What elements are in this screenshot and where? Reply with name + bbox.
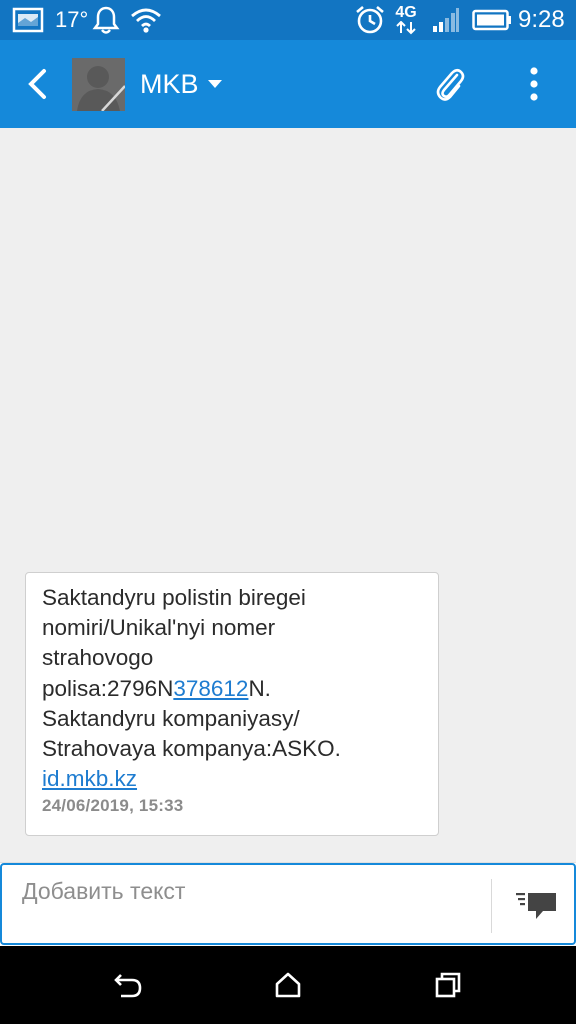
contact-name: MKB — [140, 68, 199, 99]
message-line: strahovogo — [42, 645, 154, 671]
dropdown-caret-icon — [207, 80, 222, 88]
contact-selector[interactable]: MKB — [140, 62, 223, 106]
temperature-text: 17° — [55, 7, 89, 32]
nav-recents-button[interactable] — [418, 960, 478, 1010]
status-bar: 17° 4G 9:28 — [0, 0, 576, 40]
attach-button[interactable] — [428, 60, 472, 108]
paperclip-icon — [436, 68, 465, 101]
message-line: Strahovaya kompanya:ASKO. — [42, 736, 341, 762]
bell-icon — [92, 0, 120, 40]
wifi-icon — [130, 0, 162, 40]
compose-bar — [0, 862, 576, 946]
more-options-button[interactable] — [512, 60, 556, 108]
send-message-icon — [516, 893, 556, 919]
back-button[interactable] — [16, 60, 60, 108]
message-line: id.mkb.kz — [42, 764, 422, 794]
navigation-bar — [0, 946, 576, 1024]
message-bubble[interactable]: Saktandyru polistin biregei nomiri/Unika… — [25, 572, 439, 836]
policy-prefix: polisa:2796N — [42, 675, 174, 701]
image-notification-icon — [12, 0, 44, 40]
message-body: Saktandyru polistin biregei nomiri/Unika… — [42, 583, 422, 794]
person-silhouette-icon — [72, 58, 125, 111]
home-nav-icon — [275, 972, 301, 998]
url-link[interactable]: id.mkb.kz — [42, 766, 137, 791]
signal-icon — [432, 0, 460, 40]
message-line: Saktandyru polistin biregei — [42, 585, 306, 610]
back-nav-icon — [114, 974, 142, 998]
conversation-header: MKB — [0, 40, 576, 128]
phone-number-link[interactable]: 378612 — [173, 676, 248, 701]
more-vert-icon — [530, 67, 538, 101]
back-arrow-icon — [28, 69, 46, 99]
contact-avatar[interactable] — [72, 58, 125, 111]
nav-back-button[interactable] — [98, 960, 158, 1010]
message-list[interactable]: Saktandyru polistin biregei nomiri/Unika… — [0, 128, 576, 862]
compose-input[interactable] — [22, 871, 482, 911]
message-line: Saktandyru kompaniyasy/ — [42, 705, 300, 731]
battery-icon — [472, 0, 512, 40]
message-timestamp: 24/06/2019, 15:33 — [42, 796, 184, 816]
message-line: nomiri/Unikal'nyi nomer — [42, 615, 276, 641]
message-line: polisa:2796N378612N. — [42, 674, 422, 704]
nav-home-button[interactable] — [258, 960, 318, 1010]
clock-text: 9:28 — [518, 6, 565, 33]
network-4g-icon: 4G — [395, 0, 417, 40]
network-type-text: 4G — [395, 4, 417, 21]
send-button[interactable] — [504, 881, 568, 931]
recents-nav-icon — [435, 972, 461, 998]
compose-divider — [491, 879, 492, 933]
alarm-icon — [354, 0, 386, 40]
policy-suffix: N. — [248, 675, 271, 701]
